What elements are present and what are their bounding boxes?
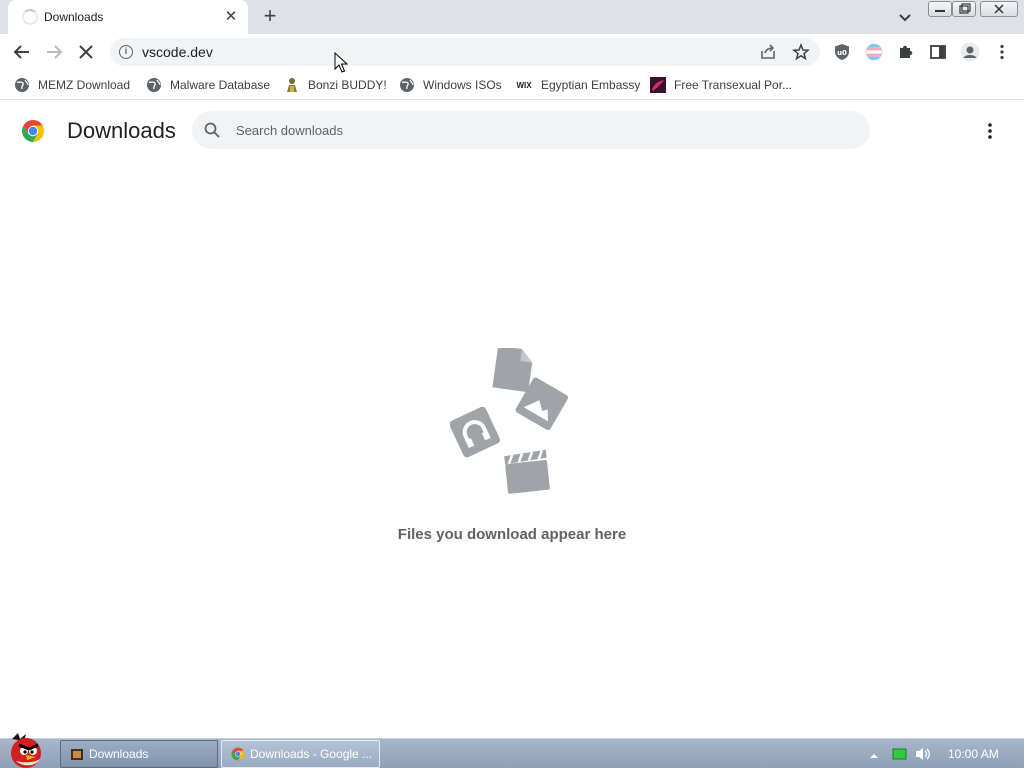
empty-state-message: Files you download appear here [397, 526, 627, 543]
bookmark-memz-download[interactable]: MEMZ Download [14, 76, 130, 94]
tray-expand-arrow-icon[interactable] [868, 748, 880, 766]
bookmark-label: Free Transexual Por... [674, 78, 793, 92]
bookmark-star-icon[interactable] [789, 40, 813, 64]
bookmarks-bar: MEMZ Download Malware Database Bonzi BUD… [0, 70, 1024, 100]
bookmark-bonzi-buddy[interactable]: Bonzi BUDDY! [284, 76, 387, 94]
more-actions-icon[interactable] [980, 121, 1000, 141]
wix-icon: WIX [516, 80, 532, 90]
bookmark-label: MEMZ Download [38, 78, 131, 92]
chrome-menu-icon[interactable] [990, 40, 1014, 64]
site-info-icon[interactable]: i [119, 45, 133, 59]
chrome-logo-icon [21, 119, 45, 143]
search-downloads-box[interactable] [192, 111, 870, 149]
system-tray [864, 739, 1024, 769]
svg-text:u0: u0 [837, 49, 847, 57]
document-icon [492, 345, 533, 393]
folder-app-icon [69, 746, 85, 762]
extensions-puzzle-icon[interactable] [894, 40, 918, 64]
taskbar-clock[interactable]: 10:00 AM [948, 747, 999, 761]
bookmark-windows-isos[interactable]: Windows ISOs [399, 76, 502, 94]
taskbar-item-downloads[interactable]: Downloads [60, 740, 218, 768]
stop-loading-icon[interactable] [74, 40, 98, 64]
mouse-cursor-icon [334, 51, 349, 74]
search-input[interactable] [236, 119, 836, 141]
new-tab-button[interactable]: + [258, 5, 282, 29]
pride-flag-extension-icon[interactable] [862, 40, 886, 64]
taskbar-item-label: Downloads [89, 747, 149, 761]
tab-strip: Downloads ✕ + [0, 0, 1024, 34]
downloads-header: Downloads [0, 101, 1024, 159]
page-title: Downloads [67, 118, 176, 143]
bookmark-label: Malware Database [170, 78, 271, 92]
chrome-app-icon [230, 746, 246, 762]
bookmark-label: Bonzi BUDDY! [308, 78, 387, 92]
close-tab-icon[interactable]: ✕ [222, 8, 240, 26]
start-button-angry-bird-icon[interactable] [2, 731, 50, 769]
globe-icon [14, 77, 30, 93]
profile-avatar-icon[interactable] [958, 40, 982, 64]
site-favicon [650, 77, 666, 93]
volume-icon[interactable] [914, 746, 932, 767]
battery-icon[interactable] [892, 747, 908, 766]
address-bar[interactable]: i vscode.dev [110, 38, 820, 66]
share-icon[interactable] [756, 40, 780, 64]
bonzi-icon [284, 77, 300, 93]
audio-icon [449, 406, 500, 458]
back-arrow-icon[interactable] [10, 40, 34, 64]
tab-downloads[interactable]: Downloads ✕ [8, 0, 248, 34]
bookmark-malware-database[interactable]: Malware Database [146, 76, 270, 94]
empty-downloads-illustration [449, 345, 574, 498]
close-window-button[interactable] [980, 1, 1018, 17]
taskbar-item-label: Downloads - Google ... [250, 747, 373, 761]
maximize-button[interactable] [952, 1, 976, 17]
bookmark-egyptian-embassy[interactable]: WIX Egyptian Embassy [515, 76, 640, 94]
ublock-origin-icon[interactable]: u0 [830, 40, 854, 64]
browser-toolbar: i vscode.dev u0 [0, 34, 1024, 70]
tab-search-chevron-icon[interactable] [895, 7, 915, 27]
video-clapper-icon [504, 449, 550, 494]
taskbar-item-chrome[interactable]: Downloads - Google ... [221, 740, 380, 768]
side-panel-icon[interactable] [926, 40, 950, 64]
search-icon [204, 122, 220, 138]
taskbar: Downloads Downloads - Google ... 10:00 A… [0, 733, 1024, 769]
loading-spinner-icon [22, 9, 38, 25]
tab-title: Downloads [44, 10, 104, 24]
address-url[interactable]: vscode.dev [142, 44, 213, 60]
forward-arrow-icon[interactable] [42, 40, 66, 64]
bookmark-label: Egyptian Embassy [541, 78, 641, 92]
bookmark-free-site[interactable]: Free Transexual Por... [650, 76, 792, 94]
bookmark-label: Windows ISOs [423, 78, 502, 92]
window-controls [928, 1, 1018, 17]
globe-icon [399, 77, 415, 93]
minimize-button[interactable] [928, 1, 952, 17]
globe-icon [146, 77, 162, 93]
